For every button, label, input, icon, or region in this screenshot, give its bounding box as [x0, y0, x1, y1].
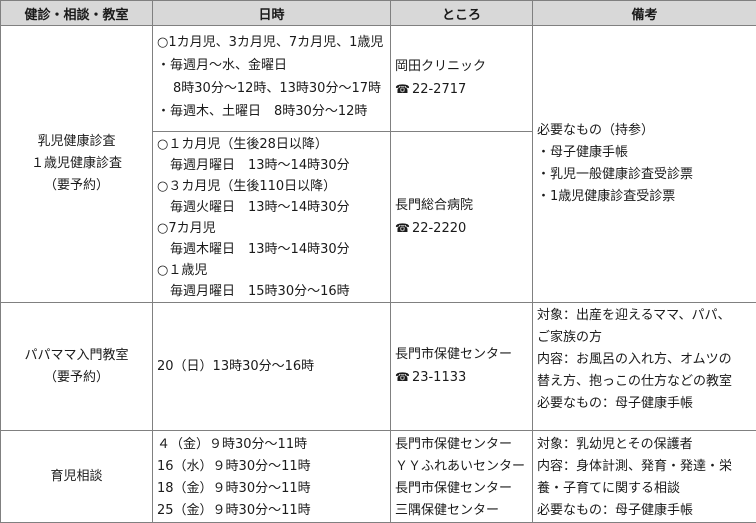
datetime-cell: ４（金）９時30分～11時 16（水）９時30分～11時 18（金）９時30分～…	[153, 431, 391, 523]
notes-line: 対象：乳幼児とその保護者	[537, 434, 756, 456]
datetime-line: 8時30分～12時、13時30分～17時	[157, 77, 390, 100]
datetime-line: ４（金）９時30分～11時	[157, 434, 390, 456]
datetime-line: 25（金）９時30分～11時	[157, 500, 390, 522]
datetime-line: 毎週月曜日 13時～14時30分	[157, 155, 390, 176]
phone-line: ☎22-2717	[395, 78, 532, 101]
datetime-line: 毎週木曜日 13時～14時30分	[157, 239, 390, 260]
phone-icon: ☎	[395, 366, 410, 388]
place-name: 長門総合病院	[395, 195, 532, 217]
notes-line: 内容：身体計測、発育・発達・栄	[537, 456, 756, 478]
schedule-table: 健診・相談・教室 日時 ところ 備考 乳児健康診査 １歳児健康診査 （要予約） …	[0, 0, 756, 523]
table-row: パパママ入門教室 （要予約） 20（日）13時30分～16時 長門市保健センター…	[1, 303, 756, 431]
notes-line: ・乳児一般健康診査受診票	[537, 164, 756, 186]
datetime-line: ○１歳児	[157, 260, 390, 281]
datetime-line: 毎週火曜日 13時～14時30分	[157, 197, 390, 218]
place-cell: 長門総合病院 ☎22-2220	[391, 132, 533, 303]
place-name: 岡田クリニック	[395, 56, 532, 78]
category-parent-class: パパママ入門教室 （要予約）	[1, 303, 153, 431]
notes-line: 替え方、抱っこの仕方などの教室	[537, 371, 756, 393]
place-cell: 長門市保健センター ☎23-1133	[391, 303, 533, 431]
datetime-cell: 20（日）13時30分～16時	[153, 303, 391, 431]
notes-line: 養・子育てに関する相談	[537, 478, 756, 500]
notes-line: 内容：お風呂の入れ方、オムツの	[537, 349, 756, 371]
header-place: ところ	[391, 1, 533, 26]
datetime-cell: ○1カ月児、3カ月児、7カ月児、1歳児 ・毎週月～水、金曜日 8時30分～12時…	[153, 26, 391, 132]
category-line: １歳児健康診査	[1, 153, 152, 175]
place-name: 長門市保健センター	[395, 478, 532, 500]
datetime-line: ○３カ月児（生後110日以降）	[157, 176, 390, 197]
phone-line: ☎22-2220	[395, 217, 532, 240]
datetime-line: 20（日）13時30分～16時	[157, 356, 390, 378]
notes-line: 必要なもの：母子健康手帳	[537, 500, 756, 522]
phone-icon: ☎	[395, 78, 410, 100]
table-header-row: 健診・相談・教室 日時 ところ 備考	[1, 1, 756, 26]
table-row: 育児相談 ４（金）９時30分～11時 16（水）９時30分～11時 18（金）９…	[1, 431, 756, 523]
phone-number: 22-2717	[412, 82, 466, 97]
place-cell: 長門市保健センター ＹＹふれあいセンター 長門市保健センター 三隅保健センター	[391, 431, 533, 523]
category-line: （要予約）	[1, 175, 152, 197]
place-name: ＹＹふれあいセンター	[395, 456, 532, 478]
datetime-line: 毎週月曜日 15時30分～16時	[157, 281, 390, 302]
header-datetime: 日時	[153, 1, 391, 26]
notes-line: 対象：出産を迎えるママ、パパ、	[537, 305, 756, 327]
datetime-line: 18（金）９時30分～11時	[157, 478, 390, 500]
phone-number: 23-1133	[412, 370, 466, 385]
health-schedule-sheet: 健診・相談・教室 日時 ところ 備考 乳児健康診査 １歳児健康診査 （要予約） …	[0, 0, 756, 522]
notes-cell: 対象：出産を迎えるママ、パパ、 ご家族の方 内容：お風呂の入れ方、オムツの 替え…	[533, 303, 756, 431]
datetime-line: ○1カ月児、3カ月児、7カ月児、1歳児	[157, 31, 390, 54]
notes-line: ・母子健康手帳	[537, 142, 756, 164]
datetime-line: ・毎週木、土曜日 8時30分～12時	[157, 100, 390, 123]
place-name: 長門市保健センター	[395, 344, 532, 366]
notes-cell: 必要なもの（持参） ・母子健康手帳 ・乳児一般健康診査受診票 ・1歳児健康診査受…	[533, 26, 756, 303]
notes-line: ご家族の方	[537, 327, 756, 349]
datetime-line: 16（水）９時30分～11時	[157, 456, 390, 478]
header-notes: 備考	[533, 1, 756, 26]
notes-line: ・1歳児健康診査受診票	[537, 186, 756, 208]
category-line: 乳児健康診査	[1, 131, 152, 153]
category-line: （要予約）	[1, 367, 152, 389]
datetime-line: ○１カ月児（生後28日以降）	[157, 134, 390, 155]
phone-icon: ☎	[395, 217, 410, 239]
category-line: 育児相談	[1, 466, 152, 488]
category-line: パパママ入門教室	[1, 345, 152, 367]
place-cell: 岡田クリニック ☎22-2717	[391, 26, 533, 132]
datetime-line: ○7カ月児	[157, 218, 390, 239]
category-parenting-consult: 育児相談	[1, 431, 153, 523]
datetime-cell: ○１カ月児（生後28日以降） 毎週月曜日 13時～14時30分 ○３カ月児（生後…	[153, 132, 391, 303]
notes-line: 必要なもの（持参）	[537, 120, 756, 142]
category-infant-checkup: 乳児健康診査 １歳児健康診査 （要予約）	[1, 26, 153, 303]
phone-line: ☎23-1133	[395, 366, 532, 389]
header-category: 健診・相談・教室	[1, 1, 153, 26]
table-row: 乳児健康診査 １歳児健康診査 （要予約） ○1カ月児、3カ月児、7カ月児、1歳児…	[1, 26, 756, 132]
place-name: 長門市保健センター	[395, 434, 532, 456]
notes-line: 必要なもの：母子健康手帳	[537, 393, 756, 415]
notes-cell: 対象：乳幼児とその保護者 内容：身体計測、発育・発達・栄 養・子育てに関する相談…	[533, 431, 756, 523]
place-name: 三隅保健センター	[395, 500, 532, 522]
datetime-line: ・毎週月～水、金曜日	[157, 54, 390, 77]
phone-number: 22-2220	[412, 221, 466, 236]
